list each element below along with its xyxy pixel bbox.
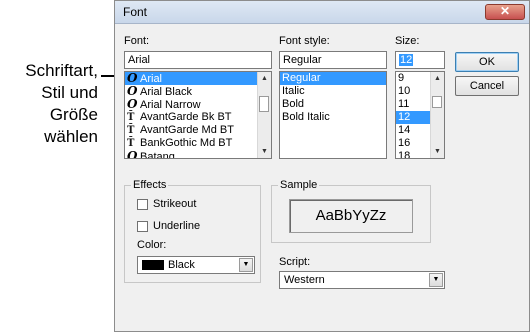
font-list-item-label: Arial Black <box>140 86 192 98</box>
font-list-item[interactable]: T̄ BankGothic Md BT <box>125 137 271 150</box>
font-list-item[interactable]: T̄ AvantGarde Bk BT <box>125 111 271 124</box>
color-swatch <box>142 260 164 270</box>
font-list-item[interactable]: O Arial <box>125 72 271 85</box>
callout-line: wählen <box>44 127 98 146</box>
effects-title: Effects <box>131 179 169 191</box>
font-list-item[interactable]: O Arial Narrow <box>125 97 271 112</box>
callout-line: Schriftart, <box>25 61 98 80</box>
scroll-down-icon[interactable]: ▼ <box>258 145 271 158</box>
callout-line: Größe <box>49 105 98 124</box>
script-select[interactable]: Western ▼ <box>279 271 445 289</box>
font-list-item-label: Batang <box>140 151 175 159</box>
size-input[interactable]: 12 <box>395 51 445 69</box>
size-list-scrollbar[interactable]: ▲ ▼ <box>430 72 444 158</box>
script-value: Western <box>284 274 325 286</box>
font-style-list[interactable]: Regular Italic Bold Bold Italic <box>279 71 387 159</box>
scroll-thumb[interactable] <box>432 96 442 108</box>
script-label: Script: <box>279 256 311 268</box>
font-style-list-item[interactable]: Bold <box>280 98 386 111</box>
font-list-item[interactable]: T̄ AvantGarde Md BT <box>125 124 271 137</box>
underline-checkbox[interactable] <box>137 221 148 232</box>
strikeout-checkbox[interactable] <box>137 199 148 210</box>
size-list[interactable]: 9 10 11 12 14 16 18 ▲ ▼ <box>395 71 445 159</box>
scroll-down-icon[interactable]: ▼ <box>431 145 444 158</box>
size-label: Size: <box>395 35 420 47</box>
font-style-list-item[interactable]: Bold Italic <box>280 111 386 124</box>
sample-preview: AaBbYyZz <box>289 199 413 233</box>
font-style-list-item[interactable]: Italic <box>280 85 386 98</box>
color-value: Black <box>168 259 195 271</box>
truetype-font-icon: T̄ <box>127 112 135 123</box>
window-title: Font <box>123 5 148 19</box>
font-list-item-label: Arial Narrow <box>140 99 201 111</box>
strikeout-label: Strikeout <box>153 198 197 210</box>
opentype-font-icon: O <box>127 97 138 111</box>
color-select[interactable]: Black ▼ <box>137 256 255 274</box>
font-name-input[interactable]: Arial <box>124 51 272 69</box>
callout-line: Stil und <box>41 83 98 102</box>
font-list-item-label: BankGothic Md BT <box>140 137 233 149</box>
close-button[interactable]: ✕ <box>485 4 525 20</box>
truetype-font-icon: T̄ <box>127 125 135 136</box>
font-name-value: Arial <box>128 54 151 66</box>
font-style-input[interactable]: Regular <box>279 51 387 69</box>
font-list-item-label: AvantGarde Md BT <box>140 124 234 136</box>
chevron-down-icon[interactable]: ▼ <box>429 273 443 287</box>
font-list-item[interactable]: O Batang <box>125 150 271 159</box>
font-style-list-item[interactable]: Regular <box>280 72 386 85</box>
font-dialog: Font ✕ Font: Arial O Arial O Arial Black O Ar… <box>114 0 530 332</box>
ok-button[interactable]: OK <box>455 52 519 72</box>
font-list-scrollbar[interactable]: ▲ ▼ <box>257 72 271 158</box>
size-value: 12 <box>399 54 414 66</box>
sample-title: Sample <box>278 179 320 191</box>
scroll-up-icon[interactable]: ▲ <box>258 72 271 85</box>
font-label: Font: <box>124 35 150 47</box>
opentype-font-icon: O <box>127 149 138 159</box>
color-label: Color: <box>137 239 167 251</box>
title-bar: Font ✕ <box>115 1 529 24</box>
font-list-item-label: Arial <box>140 73 163 85</box>
scroll-thumb[interactable] <box>259 96 269 112</box>
callout-text: Schriftart, Stil und Größe wählen <box>0 60 98 148</box>
close-icon: ✕ <box>499 4 511 18</box>
font-list-item-label: AvantGarde Bk BT <box>140 111 232 123</box>
underline-label: Underline <box>153 220 201 232</box>
cancel-button[interactable]: Cancel <box>455 76 519 96</box>
chevron-down-icon[interactable]: ▼ <box>239 258 253 272</box>
font-list-item[interactable]: O Arial Black <box>125 85 271 99</box>
font-style-label: Font style: <box>279 35 330 47</box>
scroll-up-icon[interactable]: ▲ <box>431 72 444 85</box>
font-list[interactable]: O Arial O Arial Black O Arial Narrow T̄ AvantGa… <box>124 71 272 159</box>
font-style-value: Regular <box>283 54 322 66</box>
